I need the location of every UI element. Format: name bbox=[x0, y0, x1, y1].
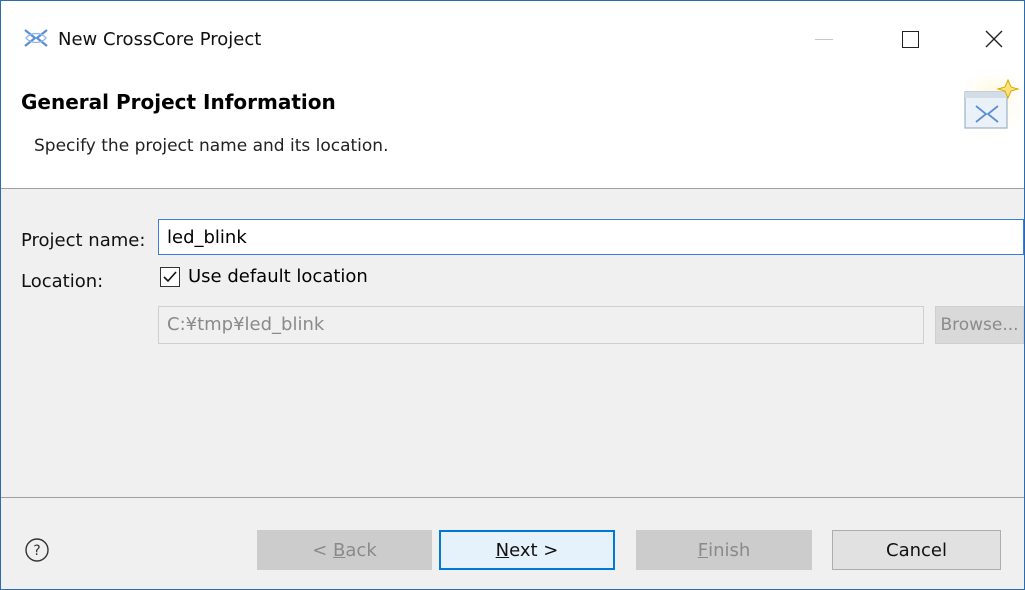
back-button-rest: ack bbox=[345, 539, 377, 561]
page-description: Specify the project name and its locatio… bbox=[34, 136, 389, 156]
finish-button-mnemonic: F bbox=[697, 539, 709, 561]
use-default-location-checkbox[interactable] bbox=[160, 266, 180, 287]
finish-button-rest: inish bbox=[708, 539, 751, 561]
page-title: General Project Information bbox=[21, 90, 336, 114]
maximize-button[interactable] bbox=[887, 19, 933, 59]
use-default-location-label: Use default location bbox=[188, 266, 368, 287]
back-button-mnemonic: B bbox=[333, 539, 346, 561]
help-icon[interactable]: ? bbox=[24, 537, 50, 563]
next-button-rest: ext > bbox=[509, 539, 559, 561]
dialog-window: New CrossCore Project General Project In… bbox=[0, 0, 1025, 590]
window-title: New CrossCore Project bbox=[58, 29, 262, 50]
project-name-input[interactable] bbox=[158, 219, 1024, 255]
checkmark-icon bbox=[163, 270, 177, 282]
finish-button: Finish bbox=[636, 530, 812, 570]
title-bar[interactable]: New CrossCore Project bbox=[1, 1, 1024, 76]
project-name-label: Project name: bbox=[21, 230, 146, 251]
minimize-icon bbox=[815, 38, 833, 40]
wizard-banner-icon bbox=[956, 76, 1024, 146]
close-icon bbox=[985, 30, 1003, 48]
svg-text:?: ? bbox=[33, 543, 40, 559]
close-button[interactable] bbox=[971, 19, 1017, 59]
button-bar-separator bbox=[1, 497, 1024, 498]
location-field: C:¥tmp¥led_blink bbox=[158, 306, 924, 344]
next-button[interactable]: Next > bbox=[439, 530, 615, 570]
minimize-button[interactable] bbox=[801, 19, 847, 59]
back-button-prefix: < bbox=[312, 539, 334, 561]
browse-button: Browse... bbox=[935, 306, 1024, 344]
location-label: Location: bbox=[21, 271, 104, 292]
back-button: < Back bbox=[257, 530, 432, 570]
wizard-header: General Project Information Specify the … bbox=[1, 76, 1024, 189]
cancel-button[interactable]: Cancel bbox=[832, 530, 1001, 570]
maximize-icon bbox=[901, 30, 919, 48]
use-default-location-option[interactable]: Use default location bbox=[160, 266, 368, 287]
crosscore-icon bbox=[24, 29, 48, 47]
next-button-mnemonic: N bbox=[495, 539, 510, 561]
